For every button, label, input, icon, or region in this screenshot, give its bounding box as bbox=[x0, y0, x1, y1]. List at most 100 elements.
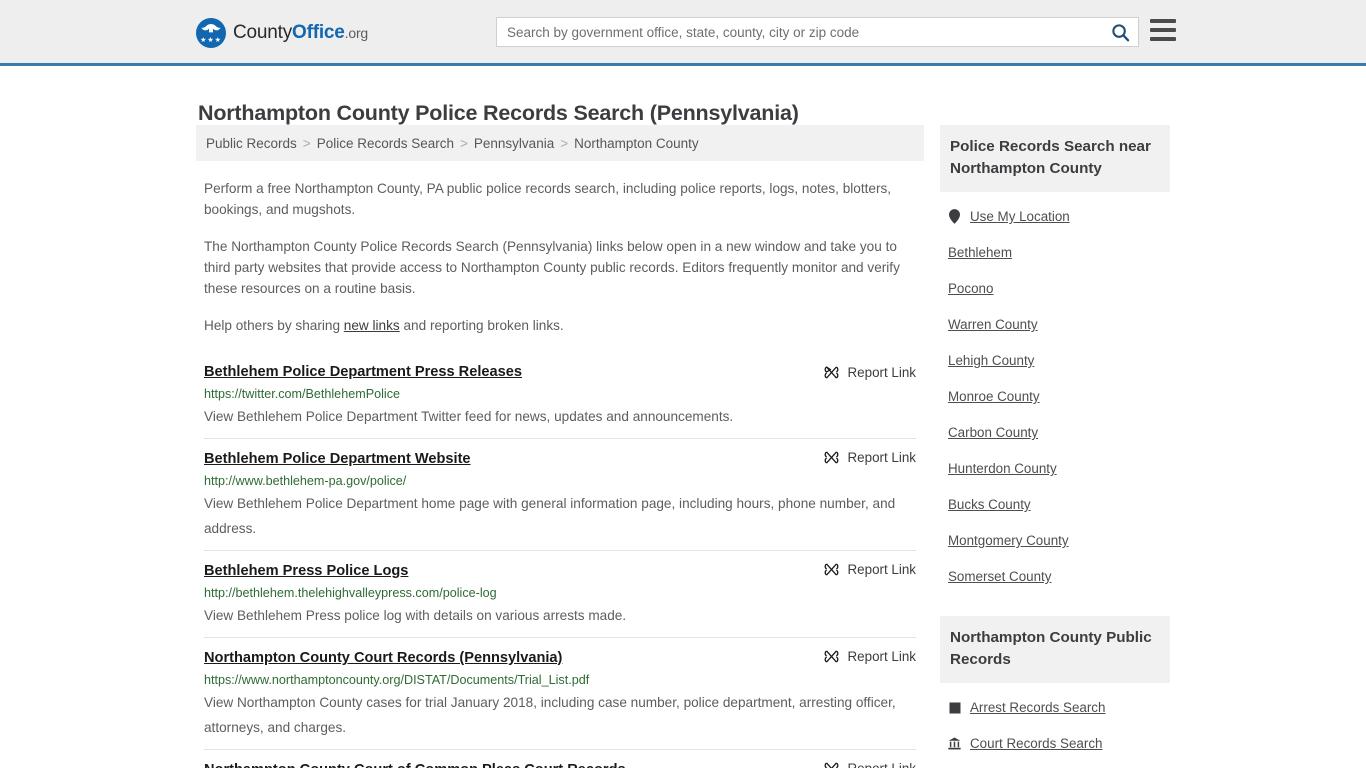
breadcrumb-separator: > bbox=[460, 135, 468, 151]
result-item: Northampton County Court of Common Pleas… bbox=[204, 749, 916, 768]
breadcrumb-item-northampton-county[interactable]: Northampton County bbox=[574, 136, 699, 151]
sidebar-link-label[interactable]: Arrest Records Search bbox=[970, 700, 1105, 715]
sidebar-heading-public-records: Northampton County Public Records bbox=[940, 616, 1170, 683]
intro-paragraph-3: Help others by sharing new links and rep… bbox=[204, 315, 916, 336]
sidebar-item-warren-county[interactable]: Warren County bbox=[948, 306, 1162, 342]
breadcrumb-item-public-records[interactable]: Public Records bbox=[206, 136, 297, 151]
report-link-label: Report Link bbox=[847, 562, 916, 577]
sidebar-item-criminal-records-search[interactable]: Criminal Records Search bbox=[948, 761, 1162, 768]
search-icon bbox=[1111, 23, 1129, 41]
sidebar-item-monroe-county[interactable]: Monroe County bbox=[948, 378, 1162, 414]
result-description: View Bethlehem Press police log with det… bbox=[204, 608, 627, 623]
broken-link-icon bbox=[824, 451, 838, 464]
sidebar-item-use-my-location[interactable]: Use My Location bbox=[948, 198, 1162, 234]
sidebar-link-label[interactable]: Warren County bbox=[948, 317, 1038, 332]
report-link-button[interactable]: Report Link bbox=[823, 760, 916, 768]
sidebar-link-label[interactable]: Lehigh County bbox=[948, 353, 1034, 368]
sidebar-link-label[interactable]: Court Records Search bbox=[970, 736, 1102, 751]
result-item: Bethlehem Police Department Website http… bbox=[204, 438, 916, 550]
sidebar-link-label[interactable]: Hunterdon County bbox=[948, 461, 1057, 476]
result-url: https://twitter.com/BethlehemPolice bbox=[204, 387, 400, 401]
hamburger-bar-2 bbox=[1150, 28, 1176, 32]
sidebar-link-label[interactable]: Bucks County bbox=[948, 497, 1031, 512]
sidebar-link-label[interactable]: Monroe County bbox=[948, 389, 1040, 404]
result-title-link[interactable]: Northampton County Court of Common Pleas… bbox=[204, 760, 626, 768]
sidebar-nearby-links: Use My Location Bethlehem Pocono Warren … bbox=[940, 192, 1170, 594]
logo-stars-icon: ★★★ bbox=[200, 37, 222, 44]
breadcrumb-item-police-records-search[interactable]: Police Records Search bbox=[317, 136, 454, 151]
breadcrumb-separator: > bbox=[302, 135, 311, 151]
site-header: ★★★ CountyOffice.org bbox=[0, 0, 1366, 66]
hamburger-bar-1 bbox=[1150, 19, 1176, 23]
logo-text-org: .org bbox=[344, 25, 369, 41]
result-item: Bethlehem Press Police Logs http://bethl… bbox=[204, 550, 916, 637]
logo-text-office: Office bbox=[292, 22, 345, 43]
hamburger-bar-3 bbox=[1150, 37, 1176, 41]
result-url: http://www.bethlehem-pa.gov/police/ bbox=[204, 474, 407, 488]
eagle-icon bbox=[201, 24, 221, 33]
sidebar-item-pocono[interactable]: Pocono bbox=[948, 270, 1162, 306]
new-links-link[interactable]: new links bbox=[344, 318, 400, 333]
search-input[interactable] bbox=[497, 19, 1102, 45]
sidebar: Police Records Search near Northampton C… bbox=[940, 125, 1170, 768]
sidebar-item-court-records-search[interactable]: Court Records Search bbox=[948, 725, 1162, 761]
broken-link-icon bbox=[824, 762, 838, 768]
sidebar-heading-nearby: Police Records Search near Northampton C… bbox=[940, 125, 1170, 192]
intro-p3-before: Help others by sharing bbox=[204, 318, 344, 333]
map-pin-icon bbox=[948, 209, 961, 224]
result-item: Northampton County Court Records (Pennsy… bbox=[204, 637, 916, 749]
intro-paragraph-1: Perform a free Northampton County, PA pu… bbox=[204, 181, 892, 217]
result-description: View Bethlehem Police Department home pa… bbox=[204, 496, 896, 536]
report-link-button[interactable]: Report Link bbox=[823, 449, 916, 466]
sidebar-item-bucks-county[interactable]: Bucks County bbox=[948, 486, 1162, 522]
result-title-link[interactable]: Bethlehem Police Department Website bbox=[204, 449, 471, 469]
sidebar-item-hunterdon-county[interactable]: Hunterdon County bbox=[948, 450, 1162, 486]
result-title-link[interactable]: Northampton County Court Records (Pennsy… bbox=[204, 648, 562, 668]
result-description: View Northampton County cases for trial … bbox=[204, 695, 896, 735]
intro-section: Perform a free Northampton County, PA pu… bbox=[196, 178, 924, 336]
logo-text-county: County bbox=[233, 22, 293, 43]
sidebar-link-label[interactable]: Bethlehem bbox=[948, 245, 1012, 260]
breadcrumb-separator: > bbox=[560, 135, 569, 151]
result-title-link[interactable]: Bethlehem Press Police Logs bbox=[204, 561, 408, 581]
report-link-button[interactable]: Report Link bbox=[823, 561, 916, 578]
report-link-label: Report Link bbox=[847, 649, 916, 664]
broken-link-icon bbox=[824, 563, 838, 576]
sidebar-item-arrest-records-search[interactable]: Arrest Records Search bbox=[948, 689, 1162, 725]
courthouse-icon bbox=[948, 737, 961, 750]
sidebar-item-montgomery-county[interactable]: Montgomery County bbox=[948, 522, 1162, 558]
site-logo[interactable]: ★★★ CountyOffice.org bbox=[196, 18, 368, 48]
main-content: Public Records > Police Records Search >… bbox=[196, 125, 924, 768]
result-url: https://www.northamptoncounty.org/DISTAT… bbox=[204, 673, 590, 687]
sidebar-item-somerset-county[interactable]: Somerset County bbox=[948, 558, 1162, 594]
page-title: Northampton County Police Records Search… bbox=[198, 101, 799, 126]
broken-link-icon bbox=[824, 366, 838, 379]
logo-wordmark: CountyOffice.org bbox=[233, 22, 368, 44]
breadcrumb: Public Records > Police Records Search >… bbox=[196, 125, 924, 161]
search-button[interactable] bbox=[1102, 18, 1138, 46]
sidebar-section-public-records: Northampton County Public Records Arrest… bbox=[940, 616, 1170, 768]
report-link-button[interactable]: Report Link bbox=[823, 648, 916, 665]
intro-p3-after: and reporting broken links. bbox=[399, 318, 564, 333]
sidebar-public-records-links: Arrest Records Search Court Records Sear… bbox=[940, 683, 1170, 768]
hamburger-menu-icon[interactable] bbox=[1150, 19, 1176, 41]
report-link-label: Report Link bbox=[848, 761, 916, 768]
sidebar-item-bethlehem[interactable]: Bethlehem bbox=[948, 234, 1162, 270]
sidebar-item-carbon-county[interactable]: Carbon County bbox=[948, 414, 1162, 450]
countyoffice-eagle-logo-icon: ★★★ bbox=[196, 18, 226, 48]
result-description: View Bethlehem Police Department Twitter… bbox=[204, 409, 734, 424]
broken-link-icon bbox=[824, 650, 838, 663]
report-link-button[interactable]: Report Link bbox=[823, 364, 916, 381]
breadcrumb-item-pennsylvania[interactable]: Pennsylvania bbox=[474, 136, 554, 151]
sidebar-link-label[interactable]: Use My Location bbox=[970, 209, 1070, 224]
sidebar-link-label[interactable]: Montgomery County bbox=[948, 533, 1069, 548]
result-title-link[interactable]: Bethlehem Police Department Press Releas… bbox=[204, 362, 522, 382]
search-bar[interactable] bbox=[496, 17, 1139, 47]
book-icon bbox=[948, 702, 961, 714]
sidebar-link-label[interactable]: Somerset County bbox=[948, 569, 1051, 584]
report-link-label: Report Link bbox=[847, 365, 916, 380]
sidebar-link-label[interactable]: Carbon County bbox=[948, 425, 1038, 440]
sidebar-link-label[interactable]: Pocono bbox=[948, 281, 993, 296]
sidebar-item-lehigh-county[interactable]: Lehigh County bbox=[948, 342, 1162, 378]
results-list: Bethlehem Police Department Press Releas… bbox=[196, 354, 924, 768]
